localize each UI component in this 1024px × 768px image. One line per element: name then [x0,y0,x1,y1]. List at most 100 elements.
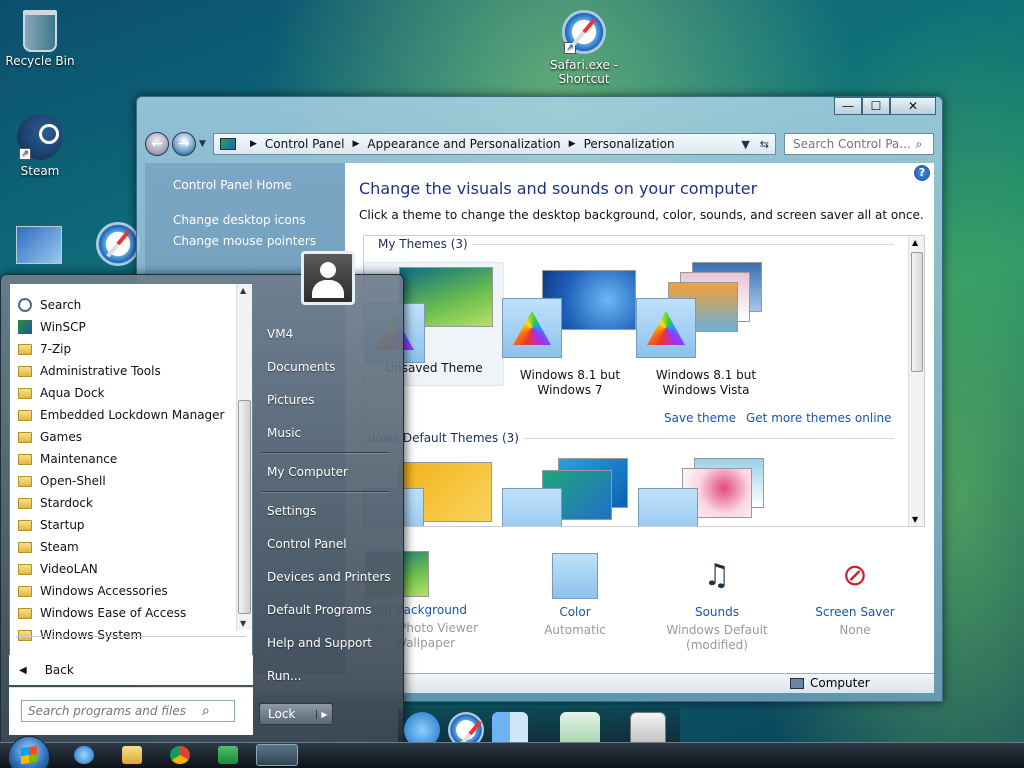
winscp-icon [18,320,32,334]
search-control-panel-field[interactable]: ⌕ [784,133,934,155]
start-item-pictures[interactable]: Pictures [267,393,315,407]
start-item-music[interactable]: Music [267,426,301,440]
theme-windows-8-1-but-windows-7[interactable]: Windows 8.1 but Windows 7 [500,262,640,398]
minimize-button[interactable]: — [834,97,862,115]
back-arrow-icon[interactable]: ← [145,132,169,156]
help-icon[interactable]: ? [914,165,930,181]
program-folder-startup[interactable]: Startup [18,514,85,536]
start-item-control-panel[interactable]: Control Panel [267,537,347,551]
program-folder-windows-system[interactable]: Windows System [18,624,142,646]
default-theme-2[interactable] [502,458,642,526]
theme-name: Windows 8.1 but Windows 7 [519,368,621,397]
safari-partial-icon[interactable] [96,222,140,266]
folder-icon [18,585,32,597]
desktop-icon-safari-shortcut[interactable]: ↗ Safari.exe - Shortcut [544,10,624,86]
internet-explorer-icon[interactable] [74,746,94,764]
address-dropdown-icon[interactable]: ▼ [741,138,749,151]
lock-button[interactable]: Lock ▶ [259,703,333,725]
program-folder-videolan[interactable]: VideoLAN [18,558,98,580]
start-item-help-and-support[interactable]: Help and Support [267,636,372,650]
start-item-documents[interactable]: Documents [267,360,335,374]
theme-windows-8-1-but-windows-vista[interactable]: Windows 8.1 but Windows Vista [636,262,776,398]
breadcrumb-separator-icon[interactable]: ▶ [353,139,360,149]
program-item-winscp[interactable]: WinSCP [18,316,86,338]
change-desktop-icons-link[interactable]: Change desktop icons [145,213,345,227]
lock-options-arrow-icon[interactable]: ▶ [316,709,332,719]
user-avatar[interactable] [301,251,355,305]
scroll-up-arrow-icon[interactable]: ▲ [912,238,918,247]
program-folder-games[interactable]: Games [18,426,82,448]
color-icon [552,553,598,599]
refresh-icon[interactable]: ⇆ [760,138,769,151]
program-folder-aqua-dock[interactable]: Aqua Dock [18,382,105,404]
desktop-icon-partial[interactable] [16,226,62,264]
scroll-down-arrow-icon[interactable]: ▼ [240,619,246,628]
save-theme-link[interactable]: Save theme [664,411,736,425]
control-panel-taskbar-icon[interactable] [256,744,298,766]
default-theme-3[interactable] [638,458,778,526]
program-list: Search WinSCP 7-Zip Administrative Tools… [9,283,253,665]
desktop-icon-steam[interactable]: ↗ Steam [0,114,80,178]
program-folder-maintenance[interactable]: Maintenance [18,448,117,470]
start-item-default-programs[interactable]: Default Programs [267,603,372,617]
program-folder-open-shell[interactable]: Open-Shell [18,470,106,492]
scrollbar-thumb[interactable] [911,252,923,372]
program-folder-administrative-tools[interactable]: Administrative Tools [18,360,161,382]
search-input[interactable] [793,137,916,151]
maximize-button[interactable]: ☐ [862,97,890,115]
control-panel-home-link[interactable]: Control Panel Home [145,178,345,192]
scrollbar-thumb[interactable] [238,400,251,614]
setting-name: Sounds [694,605,740,619]
breadcrumb-separator-icon[interactable]: ▶ [569,139,576,149]
folder-icon [18,497,32,509]
program-item-search[interactable]: Search [18,294,81,316]
lock-label: Lock [268,707,296,721]
file-explorer-icon[interactable] [122,746,142,764]
program-label: Windows System [40,628,143,642]
change-mouse-pointers-link[interactable]: Change mouse pointers [145,234,345,248]
program-folder-7zip[interactable]: 7-Zip [18,338,71,360]
get-more-themes-link[interactable]: Get more themes online [746,411,892,425]
program-folder-windows-ease-of-access[interactable]: Windows Ease of Access [18,602,186,624]
desktop-icon-label: Safari.exe - Shortcut [549,58,619,86]
close-button[interactable]: ✕ [890,97,936,115]
breadcrumb-personalization[interactable]: Personalization [584,137,675,151]
sounds-setting[interactable]: ♫ Sounds Windows Default (modified) [657,553,777,653]
folder-icon [18,343,32,355]
start-search-field[interactable]: ⌕ [21,700,235,722]
program-folder-windows-accessories[interactable]: Windows Accessories [18,580,168,602]
start-search-input[interactable] [22,704,202,718]
screen-saver-setting[interactable]: ⊘ Screen Saver None [795,553,915,638]
recent-pages-chevron-icon[interactable]: ▼ [199,139,209,149]
start-item-run[interactable]: Run... [267,669,301,683]
breadcrumb-separator-icon[interactable]: ▶ [250,139,257,149]
address-bar[interactable]: ▶ Control Panel ▶ Appearance and Persona… [213,133,776,155]
start-item-devices-and-printers[interactable]: Devices and Printers [267,570,391,584]
program-list-scrollbar[interactable]: ▲ ▼ [236,284,252,630]
back-button[interactable]: ◀ Back [9,655,253,685]
chrome-icon[interactable] [170,746,190,764]
folder-icon [18,387,32,399]
search-icon[interactable]: ⌕ [202,703,210,719]
start-item-my-computer[interactable]: My Computer [267,465,348,479]
scroll-down-arrow-icon[interactable]: ▼ [912,515,918,524]
folder-icon [18,475,32,487]
color-palette-icon [502,298,562,358]
desktop-icon-recycle-bin[interactable]: Recycle Bin [0,6,80,68]
color-setting[interactable]: Color Automatic [515,553,635,638]
breadcrumb-appearance[interactable]: Appearance and Personalization [367,137,560,151]
folder-icon [18,629,32,641]
breadcrumb-control-panel[interactable]: Control Panel [265,137,345,151]
search-icon[interactable]: ⌕ [916,137,934,152]
program-label: VideoLAN [40,562,98,576]
start-item-vm4[interactable]: VM4 [267,327,293,341]
start-item-settings[interactable]: Settings [267,504,316,518]
scroll-up-arrow-icon[interactable]: ▲ [240,286,246,295]
forward-arrow-icon[interactable]: → [172,132,196,156]
program-folder-stardock[interactable]: Stardock [18,492,93,514]
computer-icon [790,677,804,689]
themes-scrollbar[interactable]: ▲ ▼ [908,236,924,526]
store-icon[interactable] [218,746,238,764]
program-folder-steam[interactable]: Steam [18,536,79,558]
program-folder-embedded-lockdown-manager[interactable]: Embedded Lockdown Manager [18,404,224,426]
